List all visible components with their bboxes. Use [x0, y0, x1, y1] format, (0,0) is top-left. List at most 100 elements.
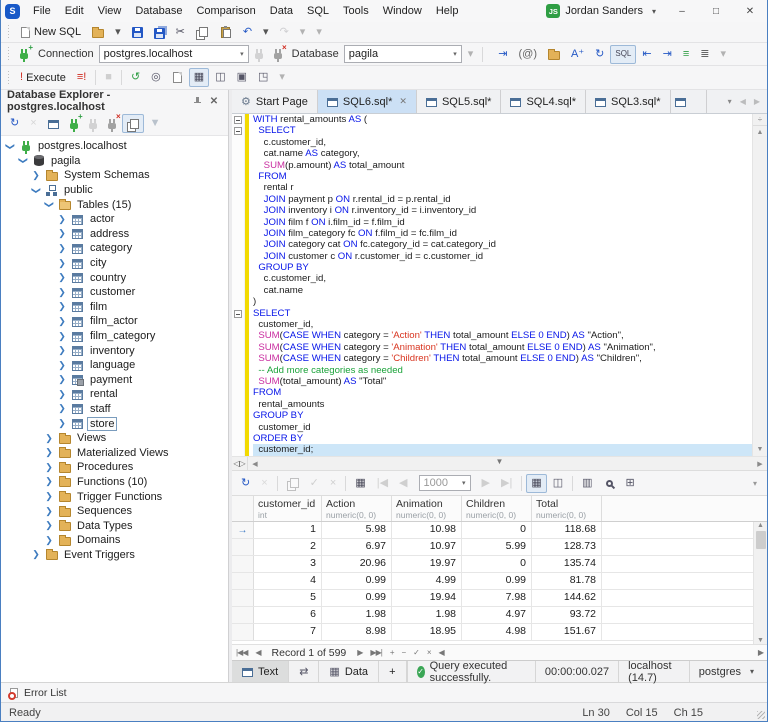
column-header-action[interactable]: Actionnumeric(0, 0) [322, 496, 392, 521]
cancel-edit-button[interactable]: × [427, 648, 431, 657]
editor-split-handle[interactable]: ÷ [753, 114, 767, 126]
cell[interactable]: 1.98 [322, 607, 392, 623]
expand-chevron-icon[interactable]: ❯ [44, 434, 54, 443]
code-line[interactable]: SUM(total_amount) AS "Total" [253, 376, 752, 387]
visual-designer-icon[interactable]: ▣ [232, 68, 252, 87]
next-record-button[interactable]: ▶ [357, 648, 362, 657]
expand-chevron-icon[interactable]: ❯ [57, 346, 67, 355]
font-increase-icon[interactable]: A⁺ [566, 45, 589, 64]
code-line[interactable]: ) [253, 296, 752, 307]
code-line[interactable]: SUM(CASE WHEN category = 'Action' THEN t… [253, 330, 752, 341]
cell[interactable]: 6 [254, 607, 322, 623]
connect-icon[interactable] [84, 114, 102, 133]
scrollbar-thumb[interactable] [756, 531, 766, 549]
nav-scroll-left[interactable]: ◀ [439, 648, 444, 657]
code-line[interactable]: c.customer_id, [253, 273, 752, 284]
expand-chevron-icon[interactable]: ❯ [31, 171, 41, 180]
scroll-up-icon[interactable]: ▲ [757, 522, 764, 529]
cell[interactable]: 10.97 [392, 539, 462, 555]
connect-icon[interactable] [250, 45, 268, 64]
sql-editor[interactable]: WITH rental_amounts AS ( SELECT c.custom… [232, 114, 767, 456]
tree-item-public[interactable]: ❯public [1, 183, 228, 198]
error-list-bar[interactable]: Error List [1, 682, 767, 702]
disconnect-icon[interactable]: × [103, 114, 121, 133]
query-history-icon[interactable]: ↺ [126, 68, 145, 87]
tree-item-tables-15[interactable]: ❯Tables (15) [1, 197, 228, 212]
cell[interactable]: 3 [254, 556, 322, 572]
expand-chevron-icon[interactable]: ❯ [57, 215, 67, 224]
tree-item-customer[interactable]: ❯customer [1, 285, 228, 300]
swap-panes-button[interactable]: ⇄ [289, 661, 319, 682]
cell[interactable]: 0 [462, 556, 532, 572]
next-page-icon[interactable]: ▶ [477, 474, 495, 493]
code-line[interactable]: JOIN film f ON i.film_id = f.film_id [253, 217, 752, 228]
tree-item-domains[interactable]: ❯Domains [1, 533, 228, 548]
row-header[interactable] [232, 573, 254, 589]
menu-window[interactable]: Window [376, 0, 429, 22]
tree-item-city[interactable]: ❯city [1, 256, 228, 271]
first-record-button[interactable]: |◀◀ [236, 648, 247, 657]
cell[interactable]: 1.98 [392, 607, 462, 623]
cell[interactable]: 118.68 [532, 522, 602, 538]
disconnect-icon[interactable]: × [269, 45, 287, 64]
tree-item-data-types[interactable]: ❯Data Types [1, 518, 228, 533]
tree-item-category[interactable]: ❯category [1, 241, 228, 256]
cell[interactable]: 93.72 [532, 607, 602, 623]
menu-data[interactable]: Data [263, 0, 300, 22]
query-profiler-icon[interactable]: ◎ [146, 68, 166, 87]
format-document-icon[interactable]: ≡ [678, 45, 694, 64]
user-dropdown-icon[interactable]: ▾ [648, 7, 660, 16]
snippets-icon[interactable] [543, 45, 565, 64]
expand-chevron-icon[interactable]: ❯ [57, 229, 67, 238]
expand-chevron-icon[interactable]: ❯ [57, 302, 67, 311]
new-connection-icon[interactable]: + [15, 45, 33, 64]
row3-overflow-dropdown[interactable]: ▾ [274, 68, 290, 87]
menu-sql[interactable]: SQL [300, 0, 336, 22]
execute-script-button[interactable]: ≡! [72, 68, 91, 87]
save-button[interactable] [127, 23, 148, 42]
delete-record-button[interactable]: − [401, 648, 405, 657]
tab-sql5-sql[interactable]: SQL5.sql* [417, 90, 502, 113]
code-line[interactable]: JOIN customer c ON r.customer_id = c.cus… [253, 251, 752, 262]
tab-start-page[interactable]: ⚙Start Page [232, 90, 318, 113]
duplicate-object-icon[interactable] [122, 114, 144, 133]
menu-file[interactable]: File [26, 0, 58, 22]
cell[interactable]: 0.99 [462, 573, 532, 589]
tab-close-icon[interactable]: ✕ [399, 96, 407, 107]
column-header-total[interactable]: Totalnumeric(0, 0) [532, 496, 602, 521]
prev-page-icon[interactable]: ◀ [394, 474, 412, 493]
connection-combobox[interactable]: postgres.localhost▾ [99, 45, 249, 63]
code-line[interactable]: SELECT [253, 125, 752, 136]
search-in-grid-icon[interactable] [599, 474, 620, 493]
tree-item-film-category[interactable]: ❯film_category [1, 329, 228, 344]
code-line[interactable]: GROUP BY [253, 410, 752, 421]
table-row[interactable]: 78.9818.954.98151.67 [232, 624, 767, 641]
refresh-icon[interactable]: ↻ [590, 45, 609, 64]
tree-item-views[interactable]: ❯Views [1, 431, 228, 446]
commit-icon[interactable]: ✓ [305, 474, 324, 493]
post-edit-button[interactable]: ✓ [413, 648, 419, 657]
menu-edit[interactable]: Edit [58, 0, 91, 22]
editor-horizontal-scrollbar[interactable]: ◁▷ ◀ ▼ ▶ [232, 456, 767, 470]
cell[interactable]: 4.98 [462, 624, 532, 640]
code-line[interactable]: customer_id; [253, 444, 752, 455]
scroll-left-icon[interactable]: ◀ [248, 460, 262, 468]
table-row[interactable]: 61.981.984.9793.72 [232, 607, 767, 624]
add-pane-button[interactable]: + [379, 661, 406, 682]
refresh-databases-dropdown[interactable]: ▾ [463, 45, 479, 64]
menu-database[interactable]: Database [128, 0, 189, 22]
tree-item-film-actor[interactable]: ❯film_actor [1, 314, 228, 329]
undo-button[interactable]: ↶ [238, 23, 257, 42]
go-to-line-icon[interactable]: ⇥ [493, 45, 512, 64]
redo-button[interactable]: ↷ [275, 23, 294, 42]
fold-collapse-icon[interactable] [234, 127, 242, 135]
expand-chevron-icon[interactable]: ❯ [57, 404, 67, 413]
fold-collapse-icon[interactable] [234, 116, 242, 124]
explorer-close-icon[interactable]: ✕ [206, 96, 222, 107]
nav-scroll-right[interactable]: ▶ [758, 648, 763, 657]
format-sql-button[interactable]: SQL [610, 45, 636, 64]
code-line[interactable]: customer_id [253, 422, 752, 433]
tree-item-country[interactable]: ❯country [1, 270, 228, 285]
expand-chevron-icon[interactable]: ❯ [44, 492, 54, 501]
new-connection-icon[interactable]: + [65, 114, 83, 133]
